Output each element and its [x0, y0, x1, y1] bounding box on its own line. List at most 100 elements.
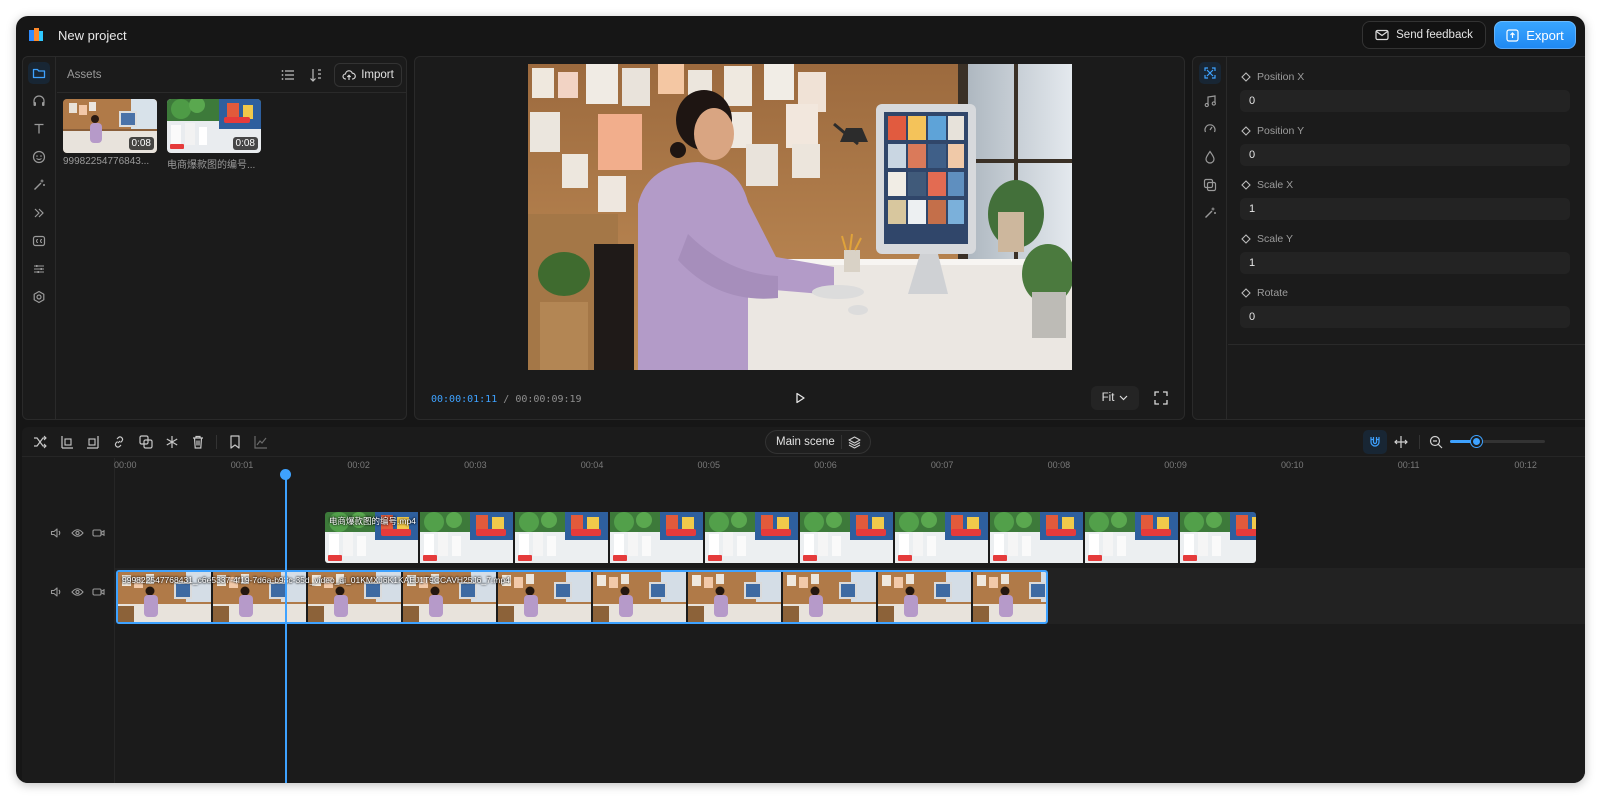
scale-y-label[interactable]: Scale Y	[1241, 233, 1293, 245]
mail-icon	[1375, 29, 1389, 41]
ruler-tick: 00:00	[114, 460, 137, 470]
asset-item[interactable]: 0:08 电商爆款图的编号...	[167, 99, 261, 171]
position-x-input[interactable]: 0	[1240, 90, 1570, 112]
volume-icon[interactable]	[50, 586, 63, 598]
playhead[interactable]	[285, 476, 287, 783]
zoom-slider[interactable]	[1450, 436, 1545, 447]
time-ruler[interactable]: 00:00 00:01 00:02 00:03 00:04 00:05 00:06 00:07…	[114, 458, 1585, 472]
fit-dropdown[interactable]: Fit	[1091, 386, 1139, 410]
assets-header: Assets Import	[57, 57, 406, 93]
ruler-tick: 00:09	[1164, 460, 1187, 470]
office-clip[interactable]: 999822547768431_c6e5337-4f19-7d6a-b98c-3…	[116, 570, 1048, 624]
ruler-tick: 00:11	[1397, 460, 1420, 470]
app-logo	[29, 28, 43, 41]
rail-captions-button[interactable]	[28, 230, 50, 252]
rail-sticker-button[interactable]	[28, 146, 50, 168]
video-camera-icon[interactable]	[92, 586, 105, 598]
zoom-slider-thumb[interactable]	[1470, 436, 1482, 447]
keyframe-diamond-icon	[1241, 126, 1251, 136]
main-scene-label: Main scene	[776, 436, 835, 448]
transform-properties: Position X 0 Position Y 0 Scale X 1 Scal…	[1228, 57, 1585, 345]
rail-transform-button[interactable]	[1199, 62, 1221, 84]
product-clip[interactable]: 电商爆款图的编号.mp4	[325, 512, 1256, 563]
split-left-icon[interactable]	[59, 434, 75, 450]
rail-adjust-button[interactable]	[28, 258, 50, 280]
scale-x-input[interactable]: 1	[1240, 198, 1570, 220]
transition-icon	[34, 208, 44, 218]
timeline-panel: Main scene 00:00 00:01 00:02 00:03 00:04 00:0…	[22, 427, 1585, 783]
editor-window: New project Send feedback Export Assets …	[16, 16, 1585, 783]
rail-audio-button[interactable]	[28, 90, 50, 112]
sticker-icon	[32, 150, 46, 164]
rail-effects-button[interactable]	[28, 174, 50, 196]
delete-icon[interactable]	[190, 434, 206, 450]
list-view-icon[interactable]	[280, 67, 296, 83]
export-label: Export	[1526, 27, 1564, 43]
drop-icon	[1205, 150, 1215, 164]
snap-toggle[interactable]	[1363, 430, 1387, 454]
cloud-upload-icon	[342, 70, 357, 80]
rail-ai-effects-button[interactable]	[1199, 202, 1221, 224]
rail-audio-props-button[interactable]	[1199, 90, 1221, 112]
timecode: 00:00:01:11 / 00:00:09:19	[431, 394, 582, 405]
asset-thumbnail: 0:08	[63, 99, 157, 153]
send-feedback-label: Send feedback	[1396, 29, 1473, 41]
play-icon[interactable]	[792, 390, 808, 406]
magic-icon	[34, 179, 45, 190]
rail-speed-button[interactable]	[1199, 118, 1221, 140]
assets-label: Assets	[67, 69, 102, 81]
eye-icon[interactable]	[71, 527, 84, 539]
import-button[interactable]: Import	[334, 63, 402, 87]
video-camera-icon[interactable]	[92, 527, 105, 539]
main-scene-selector[interactable]: Main scene	[765, 430, 871, 454]
folder-icon	[32, 68, 46, 79]
freeze-icon[interactable]	[164, 434, 180, 450]
layers-icon[interactable]	[847, 435, 862, 450]
chart-line-icon[interactable]	[253, 434, 269, 450]
ruler-tick: 00:06	[814, 460, 837, 470]
track-controls-column	[22, 458, 115, 783]
position-x-label[interactable]: Position X	[1241, 71, 1304, 83]
total-time: 00:00:09:19	[515, 394, 582, 405]
zoom-out-icon[interactable]	[1428, 434, 1444, 450]
fit-timeline-icon[interactable]	[1393, 434, 1409, 450]
position-y-label[interactable]: Position Y	[1241, 125, 1304, 137]
rotate-input[interactable]: 0	[1240, 306, 1570, 328]
text-icon	[34, 123, 44, 134]
position-y-input[interactable]: 0	[1240, 144, 1570, 166]
bookmark-icon[interactable]	[227, 434, 243, 450]
export-button[interactable]: Export	[1494, 21, 1576, 49]
rail-text-button[interactable]	[28, 118, 50, 140]
duplicate-icon[interactable]	[138, 434, 154, 450]
preview-frame-image	[528, 64, 1072, 370]
asset-item[interactable]: 0:08 99982254776843...	[63, 99, 157, 167]
rotate-label[interactable]: Rotate	[1241, 287, 1288, 299]
track-1-controls	[50, 527, 105, 539]
rail-media-button[interactable]	[28, 62, 50, 84]
rail-mask-button[interactable]	[1199, 174, 1221, 196]
project-title[interactable]: New project	[58, 28, 127, 43]
fullscreen-icon[interactable]	[1153, 390, 1169, 406]
rail-settings-button[interactable]	[28, 286, 50, 308]
fit-label: Fit	[1101, 392, 1115, 404]
scale-y-input[interactable]: 1	[1240, 252, 1570, 274]
eye-icon[interactable]	[71, 586, 84, 598]
left-tool-rail	[23, 57, 56, 419]
link-icon[interactable]	[111, 434, 127, 450]
ruler-tick: 00:12	[1514, 460, 1537, 470]
toolbar-divider	[1419, 435, 1420, 449]
volume-icon[interactable]	[50, 527, 63, 539]
scale-x-label[interactable]: Scale X	[1241, 179, 1293, 191]
asset-thumbnail: 0:08	[167, 99, 261, 153]
send-feedback-button[interactable]: Send feedback	[1362, 21, 1486, 49]
video-preview[interactable]	[528, 64, 1072, 370]
product-clip-filmstrip	[325, 512, 1256, 563]
properties-panel: Position X 0 Position Y 0 Scale X 1 Scal…	[1192, 56, 1585, 420]
rail-color-button[interactable]	[1199, 146, 1221, 168]
shuffle-icon[interactable]	[32, 434, 48, 450]
sort-icon[interactable]	[308, 67, 324, 83]
split-right-icon[interactable]	[85, 434, 101, 450]
rail-transitions-button[interactable]	[28, 202, 50, 224]
ruler-tick: 00:04	[580, 460, 604, 470]
asset-name: 99982254776843...	[63, 156, 150, 167]
